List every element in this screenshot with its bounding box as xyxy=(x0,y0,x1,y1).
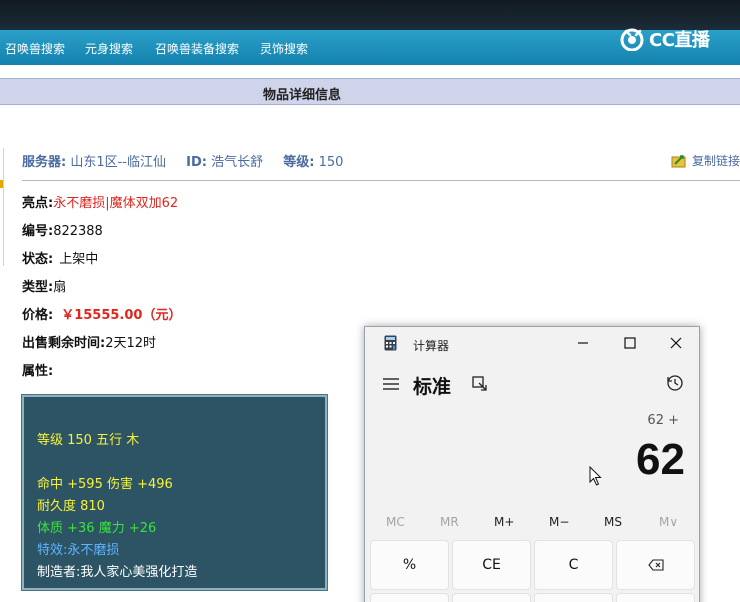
key-row-partial[interactable] xyxy=(370,593,449,602)
server-info-row: 服务器: 山东1区--临江仙 ID: 浩气长舒 等级: 150 xyxy=(22,151,359,170)
key-row-partial[interactable] xyxy=(616,593,695,602)
price-value: ￥15555.00（元） xyxy=(61,308,182,323)
highlight-label: 亮点: xyxy=(22,196,54,211)
level-label: 等级: xyxy=(283,155,315,170)
number-value: 822388 xyxy=(53,224,103,239)
highlight-value: 永不磨损|魔体双加62 xyxy=(53,196,179,211)
number-row: 编号:822388 xyxy=(22,220,103,239)
type-label: 类型: xyxy=(22,280,54,295)
memory-list-button[interactable]: M∨ xyxy=(659,515,678,529)
left-edge-frame xyxy=(0,148,4,266)
percent-key[interactable]: % xyxy=(370,540,449,590)
type-value: 扇 xyxy=(53,280,67,295)
calculator-app-icon xyxy=(384,335,397,351)
price-label: 价格: xyxy=(22,308,54,323)
attr-row: 属性: xyxy=(22,360,53,379)
time-row: 出售剩余时间:2天12时 xyxy=(22,332,156,351)
mouse-cursor-icon xyxy=(589,466,602,486)
keep-on-top-icon[interactable] xyxy=(471,375,489,393)
status-label: 状态: xyxy=(22,252,54,267)
server-value: 山东1区--临江仙 xyxy=(70,155,166,170)
id-label: ID: xyxy=(186,155,207,170)
server-label: 服务器: xyxy=(22,155,67,170)
attr-label: 属性: xyxy=(22,364,54,379)
prop-maker: 制造者:我人家心美强化打造 xyxy=(37,565,198,580)
divider xyxy=(22,180,740,181)
nav-item-pet-search[interactable]: 召唤兽搜索 xyxy=(5,40,65,57)
calculator-result: 62 xyxy=(636,435,685,484)
status-value: 上架中 xyxy=(59,252,99,267)
copy-link-button[interactable]: 复制链接 xyxy=(671,152,740,169)
maximize-icon[interactable] xyxy=(620,333,640,353)
prop-con-magic: 体质 +36 魔力 +26 xyxy=(37,521,157,536)
level-value: 150 xyxy=(318,155,344,170)
hamburger-menu-icon[interactable] xyxy=(382,376,400,392)
time-value: 2天12时 xyxy=(105,336,157,351)
price-row: 价格: ￥15555.00（元） xyxy=(22,304,181,323)
prop-durability: 耐久度 810 xyxy=(37,499,105,514)
prop-hit-damage: 命中 +595 伤害 +496 xyxy=(37,477,173,492)
number-label: 编号: xyxy=(22,224,54,239)
id-value: 浩气长舒 xyxy=(211,155,264,170)
prop-effect: 特效:永不磨损 xyxy=(37,543,120,558)
calculator-title: 计算器 xyxy=(413,339,450,353)
detail-header: 物品详细信息 xyxy=(0,78,740,105)
calculator-mode-title: 标准 xyxy=(413,376,452,398)
clear-entry-key[interactable]: CE xyxy=(452,540,531,590)
memory-recall-button[interactable]: MR xyxy=(440,515,459,529)
status-row: 状态: 上架中 xyxy=(22,248,98,267)
cc-live-logo: CC直播 xyxy=(620,26,710,52)
memory-store-button[interactable]: MS xyxy=(604,515,622,529)
detail-title: 物品详细信息 xyxy=(263,88,342,103)
calculator-window: 计算器 标准 62 + 62 MC MR M+ M− MS M∨ % CE C xyxy=(364,326,700,602)
time-label: 出售剩余时间: xyxy=(22,336,106,351)
copy-link-label: 复制链接 xyxy=(692,154,740,168)
nav-item-ornament-search[interactable]: 灵饰搜索 xyxy=(260,40,308,57)
left-edge-marker xyxy=(0,180,3,188)
minimize-icon[interactable] xyxy=(573,333,593,353)
nav-item-body-search[interactable]: 元身搜索 xyxy=(85,40,133,57)
backspace-key[interactable] xyxy=(616,540,695,590)
close-icon[interactable] xyxy=(666,333,686,353)
page: 召唤兽搜索 元身搜索 召唤兽装备搜索 灵饰搜索 CC直播 物品详细信息 服务器:… xyxy=(0,0,740,602)
copy-link-icon xyxy=(671,154,686,167)
memory-subtract-button[interactable]: M− xyxy=(549,515,569,529)
key-row-partial[interactable] xyxy=(534,593,613,602)
history-icon[interactable] xyxy=(665,373,685,393)
prop-level-element: 等级 150 五行 木 xyxy=(37,433,140,448)
key-row-partial[interactable] xyxy=(452,593,531,602)
highlight-row: 亮点:永不磨损|魔体双加62 xyxy=(22,192,178,211)
logo-text: CC直播 xyxy=(649,30,710,51)
memory-clear-button[interactable]: MC xyxy=(386,515,405,529)
clear-key[interactable]: C xyxy=(534,540,613,590)
nav-item-pet-equip-search[interactable]: 召唤兽装备搜索 xyxy=(155,40,239,57)
memory-add-button[interactable]: M+ xyxy=(494,515,514,529)
type-row: 类型:扇 xyxy=(22,276,66,295)
backspace-icon xyxy=(647,559,664,571)
cc-logo-icon xyxy=(620,28,644,51)
attributes-box: 等级 150 五行 木 命中 +595 伤害 +496 耐久度 810 体质 +… xyxy=(21,394,328,591)
calculator-expression: 62 + xyxy=(647,413,679,428)
